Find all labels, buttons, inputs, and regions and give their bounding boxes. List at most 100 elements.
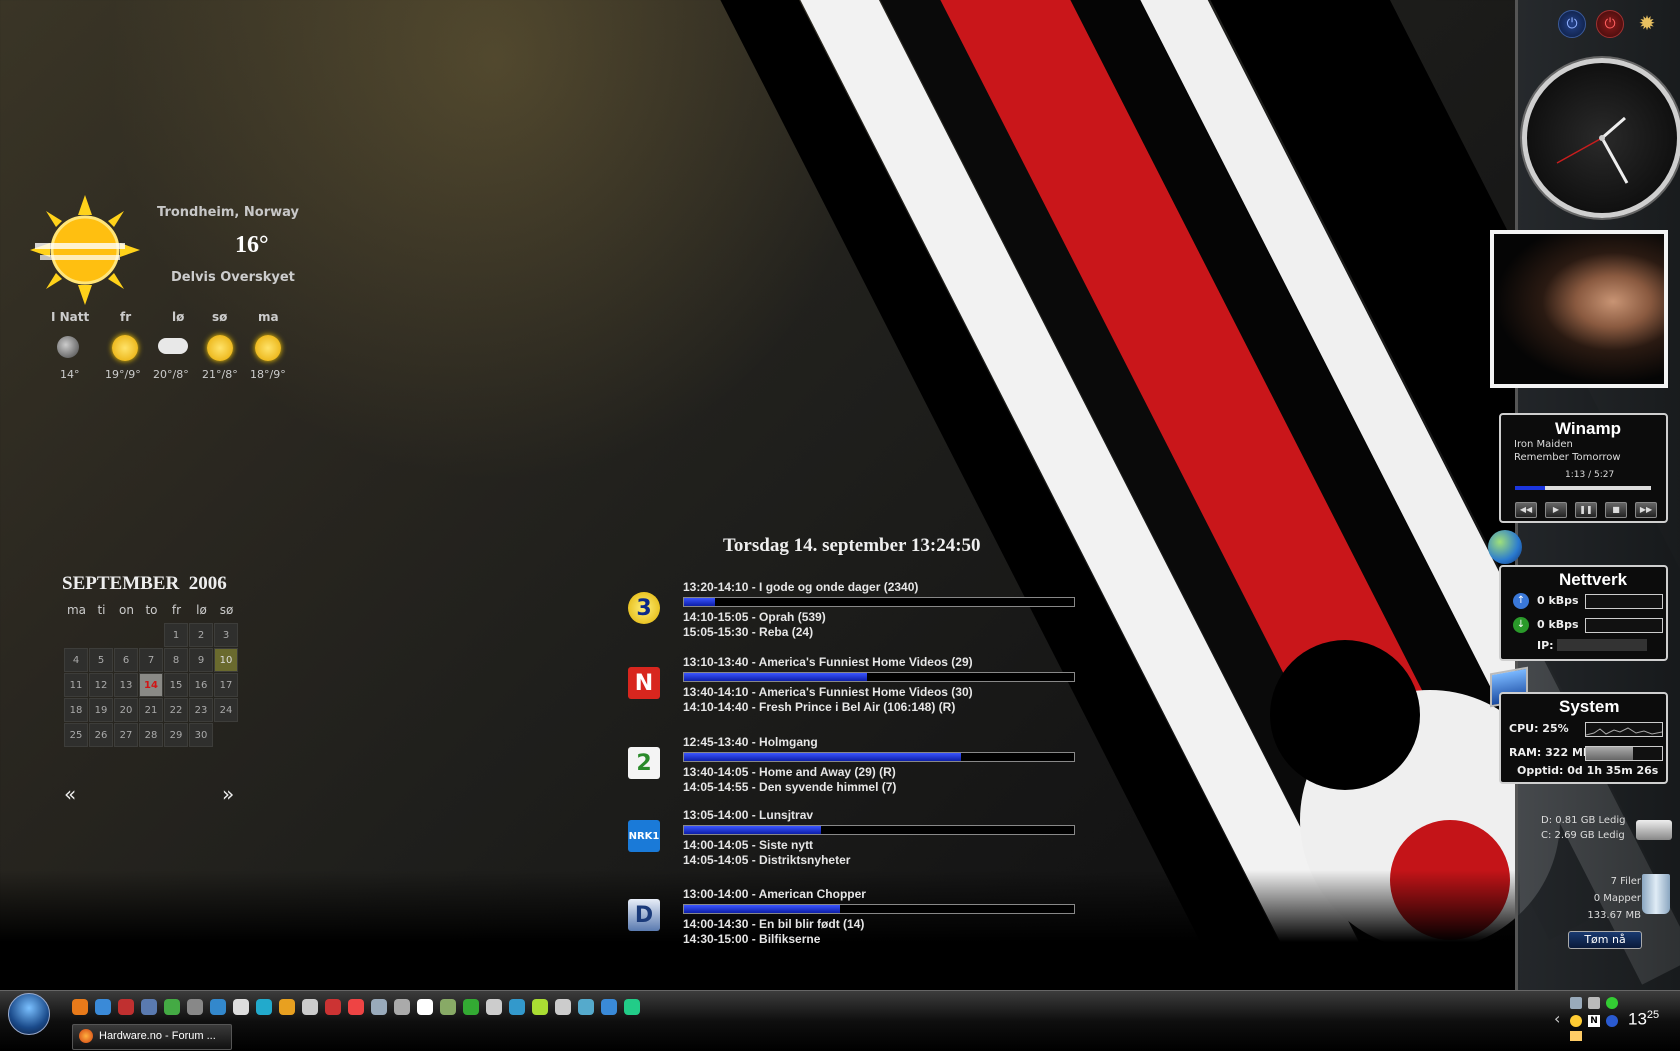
calendar-day[interactable]: 17 [214,673,238,697]
hard-drive-icon [1636,820,1672,840]
calendar-day[interactable]: 23 [189,698,213,722]
calendar-day[interactable]: 16 [189,673,213,697]
tray-bluetooth-icon[interactable] [1606,1015,1618,1027]
quick-launch-icon[interactable] [371,999,387,1015]
channel-logo-nrk1: NRK1 [628,820,660,852]
calendar-day[interactable]: 22 [164,698,188,722]
quick-launch-icon[interactable] [624,999,640,1015]
winamp-track: Remember Tomorrow [1514,452,1621,463]
quick-launch-icon[interactable] [348,999,364,1015]
pause-icon[interactable]: ❚❚ [1575,502,1597,518]
calendar-day[interactable]: 4 [64,648,88,672]
tv-upcoming-program: 14:05-14:05 - Distriktsnyheter [683,853,851,867]
cloud-icon [158,338,188,354]
tv-progress-fill [684,753,961,761]
tray-weather-icon[interactable] [1570,1015,1582,1027]
moon-icon [57,336,79,358]
winamp-seekbar[interactable] [1515,486,1651,490]
previous-icon[interactable]: ◀◀ [1515,502,1537,518]
weekday-label: ma [66,603,87,617]
quick-launch-icon[interactable] [463,999,479,1015]
weekday-label: ti [97,603,106,617]
calendar-day[interactable]: 13 [114,673,138,697]
stop-icon[interactable]: ■ [1605,502,1627,518]
taskbar-clock[interactable]: 1325 [1628,1009,1659,1030]
quick-launch-icon[interactable] [601,999,617,1015]
calendar-day[interactable]: 21 [139,698,163,722]
quick-launch-icon[interactable] [141,999,157,1015]
next-icon[interactable]: ▶▶ [1635,502,1657,518]
tray-messenger-icon[interactable] [1606,997,1618,1009]
tv-upcoming-program: 14:30-15:00 - Bilfikserne [683,932,821,946]
quick-launch-icon[interactable] [187,999,203,1015]
quick-launch-icon[interactable] [256,999,272,1015]
tray-volume-icon[interactable] [1588,997,1600,1009]
calendar-day[interactable]: 2 [189,623,213,647]
calendar-day[interactable]: 28 [139,723,163,747]
quick-launch-icon[interactable] [302,999,318,1015]
calendar-day[interactable]: 15 [164,673,188,697]
taskbar-task-button[interactable]: Hardware.no - Forum ... [72,1024,232,1050]
start-button[interactable] [8,993,50,1035]
quick-launch-icon[interactable] [394,999,410,1015]
quick-launch-icon[interactable] [440,999,456,1015]
quick-launch-icon[interactable] [509,999,525,1015]
quick-launch-icon[interactable] [72,999,88,1015]
tray-n-icon[interactable]: N [1588,1015,1600,1027]
calendar-day[interactable]: 11 [64,673,88,697]
calendar-day[interactable]: 24 [214,698,238,722]
prev-month-button[interactable]: « [64,782,76,806]
quick-launch-icon[interactable] [279,999,295,1015]
tray-network-icon[interactable] [1570,997,1582,1009]
calendar-day[interactable]: 8 [164,648,188,672]
settings-icon[interactable]: ✹ [1634,10,1660,36]
power-button[interactable]: ⏻ [1558,10,1586,38]
recycle-bin-icon[interactable] [1642,874,1670,914]
tv-progress-fill [684,905,840,913]
calendar-day[interactable]: 9 [189,648,213,672]
empty-recycle-button[interactable]: Tøm nå [1568,931,1642,949]
quick-launch-icon[interactable] [233,999,249,1015]
cpu-usage: CPU: 25% [1509,722,1569,735]
shutdown-button[interactable]: ⏻ [1596,10,1624,38]
calendar-day[interactable]: 18 [64,698,88,722]
calendar-day[interactable]: 10 [214,648,238,672]
calendar-day[interactable]: 14 [139,673,163,697]
tray-folder-icon[interactable] [1570,1031,1582,1041]
upload-meter [1585,594,1663,609]
calendar-day[interactable]: 3 [214,623,238,647]
calendar-day[interactable]: 6 [114,648,138,672]
quick-launch-icon[interactable] [118,999,134,1015]
clock-hands [1556,116,1629,184]
photo-frame[interactable] [1490,230,1668,388]
quick-launch-icon[interactable] [95,999,111,1015]
calendar-day[interactable]: 30 [189,723,213,747]
quick-launch-icon[interactable] [164,999,180,1015]
forecast-temp: 19°/9° [105,368,141,381]
recycle-size: 133.67 MB [1587,910,1641,921]
forecast-temp: 18°/9° [250,368,286,381]
calendar-day[interactable]: 12 [89,673,113,697]
next-month-button[interactable]: » [222,782,234,806]
calendar-day[interactable]: 19 [89,698,113,722]
calendar-day[interactable]: 25 [64,723,88,747]
calendar-day[interactable]: 20 [114,698,138,722]
uptime: Opptid: 0d 1h 35m 26s [1517,764,1659,777]
quick-launch-icon[interactable] [325,999,341,1015]
calendar-day[interactable]: 1 [164,623,188,647]
tray-expand-arrow[interactable]: ‹ [1554,1009,1560,1028]
calendar-day[interactable]: 7 [139,648,163,672]
task-label: Hardware.no - Forum ... [99,1030,216,1042]
calendar-day[interactable]: 29 [164,723,188,747]
play-icon[interactable]: ▶ [1545,502,1567,518]
calendar-day[interactable]: 5 [89,648,113,672]
quick-launch-icon[interactable] [417,999,433,1015]
quick-launch-icon[interactable] [210,999,226,1015]
quick-launch-icon[interactable] [578,999,594,1015]
calendar-day[interactable]: 27 [114,723,138,747]
quick-launch-icon[interactable] [532,999,548,1015]
download-meter [1585,618,1663,633]
calendar-day[interactable]: 26 [89,723,113,747]
quick-launch-icon[interactable] [555,999,571,1015]
quick-launch-icon[interactable] [486,999,502,1015]
